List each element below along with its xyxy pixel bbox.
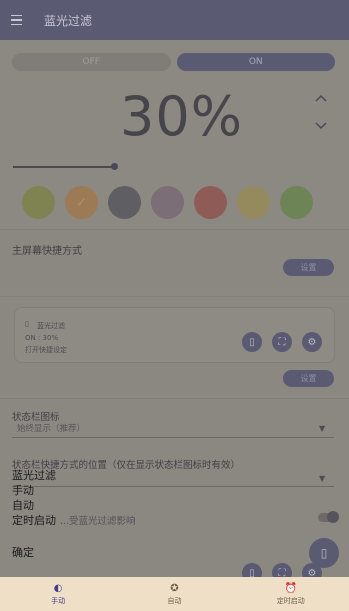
main-shortcut-set-button[interactable]: 设置 — [283, 259, 334, 276]
mode-menu-item[interactable]: 自动 — [12, 498, 56, 513]
widget-app-icon: ▯ — [25, 320, 29, 328]
color-swatch-red[interactable] — [194, 186, 227, 219]
widget-hint: 打开快捷设定 — [25, 346, 67, 354]
phone-icon[interactable]: ▯ — [242, 332, 262, 352]
blue-light-filter-app: 蓝光过滤 OFF ON 30% ✓ 主屏幕快捷方式 设置 ▯ 蓝光过滤 ON :… — [0, 0, 349, 611]
nav-label-schedule: 定时启动 — [276, 596, 305, 605]
intensity-value: 30% — [120, 85, 244, 148]
color-swatch-yellow-green[interactable] — [22, 186, 55, 219]
nav-item-manual[interactable]: ◐ 手动 — [0, 577, 116, 611]
toggle-off-button[interactable]: OFF — [12, 53, 171, 71]
main-shortcut-title: 主屏幕快捷方式 — [12, 246, 82, 257]
auto-icon: ✪ — [170, 582, 179, 594]
color-swatch-yellow[interactable] — [237, 186, 270, 219]
app-title: 蓝光过滤 — [44, 13, 93, 28]
settings-gear-icon[interactable]: ⚙ — [302, 332, 322, 352]
color-swatch-orange[interactable]: ✓ — [65, 186, 98, 219]
chevron-up-icon[interactable] — [314, 91, 328, 105]
mode-menu-item[interactable]: 定时启动 — [12, 513, 56, 528]
statusbar-shortcut-dropdown-icon[interactable]: ▼ — [319, 474, 325, 483]
intensity-slider-thumb[interactable] — [111, 163, 118, 170]
nav-item-schedule[interactable]: ⏰ 定时启动 — [233, 577, 349, 611]
check-icon: ✓ — [75, 194, 88, 211]
statusbar-icon-label: 状态栏图标 — [12, 412, 60, 423]
statusbar-shortcut-divider — [12, 486, 334, 487]
bottom-navigation: ◐ 手动 ✪ 自动 ⏰ 定时启动 — [0, 577, 349, 611]
statusbar-icon-value[interactable]: 始终显示（推荐） — [17, 422, 85, 434]
widget-status: ON : 30% — [25, 334, 59, 342]
manual-icon: ◐ — [53, 582, 63, 594]
alarm-icon: ⏰ — [284, 582, 298, 594]
nav-label-auto: 自动 — [167, 596, 182, 605]
widget-app-name: 蓝光过滤 — [37, 322, 65, 330]
statusbar-icon-divider — [12, 437, 334, 438]
phone-fab-icon[interactable]: ▯ — [309, 538, 339, 568]
nav-label-manual: 手动 — [51, 596, 66, 605]
affect-toggle-knob[interactable] — [327, 511, 339, 523]
fullscreen-icon[interactable]: ⛶ — [272, 332, 292, 352]
menu-icon[interactable] — [2, 0, 30, 40]
nav-item-auto[interactable]: ✪ 自动 — [116, 577, 232, 611]
mode-menu-item[interactable]: 手动 — [12, 483, 56, 498]
toggle-on-button[interactable]: ON — [176, 53, 335, 71]
color-swatches: ✓ — [22, 186, 313, 219]
confirm-button[interactable]: 确定 — [12, 544, 34, 560]
widget-set-button[interactable]: 设置 — [283, 370, 334, 387]
statusbar-icon-dropdown-icon[interactable]: ▼ — [319, 424, 325, 433]
color-swatch-gray[interactable] — [108, 186, 141, 219]
top-app-bar: 蓝光过滤 — [0, 0, 349, 40]
mode-menu-item[interactable]: 蓝光过滤 — [12, 468, 56, 483]
color-swatch-green[interactable] — [280, 186, 313, 219]
intensity-slider-track[interactable] — [13, 166, 114, 168]
color-swatch-mauve[interactable] — [151, 186, 184, 219]
chevron-down-icon[interactable] — [314, 119, 328, 133]
hidden-row-label: ...受蓝光过滤影响 — [60, 516, 136, 527]
on-off-toggle: OFF ON — [12, 53, 335, 71]
mode-menu: 蓝光过滤 手动 自动 定时启动 — [12, 468, 56, 528]
